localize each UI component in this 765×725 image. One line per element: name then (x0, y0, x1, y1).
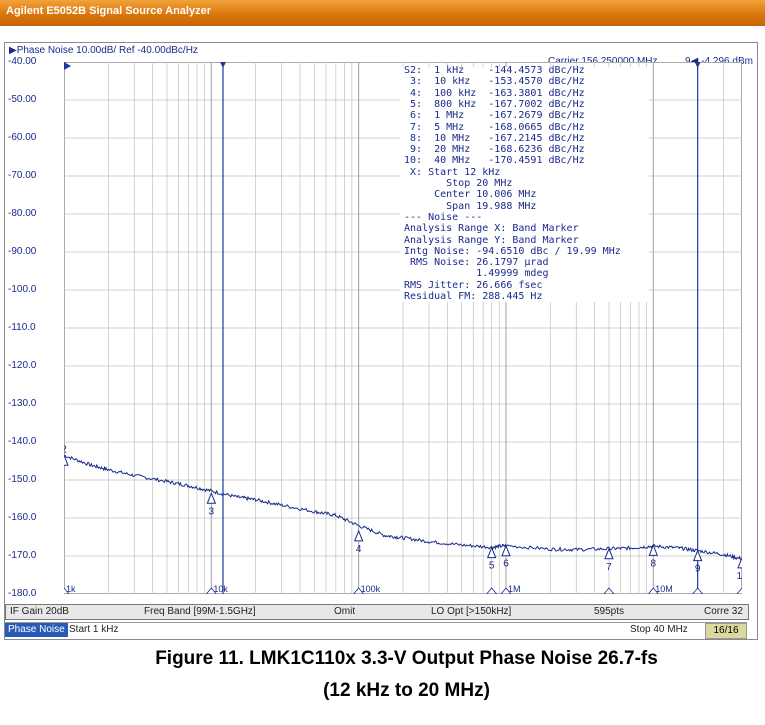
stop-frequency[interactable]: Stop 40 MHz (630, 624, 688, 635)
window-title: Agilent E5052B Signal Source Analyzer (6, 5, 211, 17)
marker-table-line: Intg Noise: -94.6510 dBc / 19.99 MHz (404, 245, 621, 257)
marker-label: 5 (489, 561, 495, 572)
y-tick-label: -40.00 (8, 56, 37, 67)
marker-table-line: Stop 20 MHz (404, 178, 513, 189)
lo-opt-status[interactable]: LO Opt [>150kHz] (431, 606, 511, 617)
marker-table-line: 7: 5 MHz -168.0665 dBc/Hz (404, 121, 585, 133)
y-tick-label: -50.00 (8, 94, 37, 105)
marker-label: 8 (651, 558, 657, 569)
correlation-status[interactable]: Corre 32 (704, 606, 743, 617)
y-tick-label: -80.00 (8, 208, 37, 219)
marker-table-line: X: Start 12 kHz (404, 166, 501, 178)
x-tick-label: 10M (655, 584, 673, 594)
figure-caption-line1: Figure 11. LMK1C110x 3.3-V Output Phase … (155, 648, 658, 669)
marker-table-line: Center 10.006 MHz (404, 189, 537, 201)
marker-table-line: 1.49999 mdeg (404, 268, 549, 280)
y-tick-label: -90.00 (8, 246, 37, 257)
y-tick-label: -180.0 (8, 588, 37, 599)
y-tick-label: -170.0 (8, 550, 37, 561)
sweep-bar: Phase Noise Start 1 kHz Stop 40 MHz 16/1… (5, 622, 747, 639)
marker-table-line: S2: 1 kHz -144.4573 dBc/Hz (404, 65, 585, 76)
status-bar: IF Gain 20dB Freq Band [99M-1.5GHz] Omit… (5, 604, 749, 620)
window-titlebar: Agilent E5052B Signal Source Analyzer (0, 0, 765, 26)
marker-table-line: Span 19.988 MHz (404, 200, 537, 212)
y-tick-label: -120.0 (8, 360, 37, 371)
omit-status[interactable]: Omit (334, 606, 355, 617)
figure-caption-line2: (12 kHz to 20 MHz) (323, 680, 490, 701)
measurement-mode[interactable]: Phase Noise (5, 623, 68, 637)
y-tick-label: -110.0 (8, 322, 36, 333)
marker-table-line: 3: 10 kHz -153.4570 dBc/Hz (404, 76, 585, 88)
y-tick-label: -160.0 (8, 512, 37, 523)
page-indicator[interactable]: 16/16 (705, 623, 747, 639)
y-tick-label: -100.0 (8, 284, 37, 295)
y-tick-label: -150.0 (8, 474, 37, 485)
if-gain-status[interactable]: IF Gain 20dB (10, 606, 69, 617)
marker-table-line: 6: 1 MHz -167.2679 dBc/Hz (404, 110, 585, 122)
trace-label: Phase Noise 10.00dB/ Ref -40.00dBc/Hz (16, 45, 198, 56)
marker-label: 4 (356, 544, 362, 555)
marker-label: 9 (695, 564, 701, 575)
marker-label: 10 (736, 571, 742, 582)
trace-header: ▶Phase Noise 10.00dB/ Ref -40.00dBc/Hz (9, 45, 198, 56)
marker-table-line: 5: 800 kHz -167.7002 dBc/Hz (404, 98, 585, 110)
marker-table-line: Analysis Range X: Band Marker (404, 223, 579, 235)
marker-table-line: RMS Noise: 26.1797 µrad (404, 257, 549, 269)
y-tick-label: -140.0 (8, 436, 37, 447)
marker-table-line: --- Noise --- (404, 211, 483, 223)
marker-label: 7 (606, 562, 612, 573)
marker-table-line: Analysis Range Y: Band Marker (404, 234, 579, 246)
y-tick-label: -130.0 (8, 398, 37, 409)
marker-table: S2: 1 kHz -144.4573 dBc/Hz 3: 10 kHz -15… (400, 65, 649, 302)
y-tick-label: -60.00 (8, 132, 37, 143)
start-frequency[interactable]: Start 1 kHz (69, 624, 118, 635)
points-status[interactable]: 595pts (594, 606, 624, 617)
marker-table-line: RMS Jitter: 26.666 fsec (404, 279, 543, 291)
freq-band-status[interactable]: Freq Band [99M-1.5GHz] (144, 606, 256, 617)
y-tick-label: -70.00 (8, 170, 37, 181)
marker-table-line: 9: 20 MHz -168.6236 dBc/Hz (404, 144, 585, 156)
marker-table-line: Residual FM: 288.445 Hz (404, 291, 543, 302)
marker-label: 6 (503, 559, 509, 570)
marker-label: 2 (64, 444, 67, 455)
marker-table-line: 10: 40 MHz -170.4591 dBc/Hz (404, 155, 585, 167)
marker-table-line: 4: 100 kHz -163.3801 dBc/Hz (404, 87, 585, 99)
x-tick-label: 100k (361, 584, 381, 594)
marker-label: 3 (209, 506, 215, 517)
marker-table-line: 8: 10 MHz -167.2145 dBc/Hz (404, 132, 585, 144)
